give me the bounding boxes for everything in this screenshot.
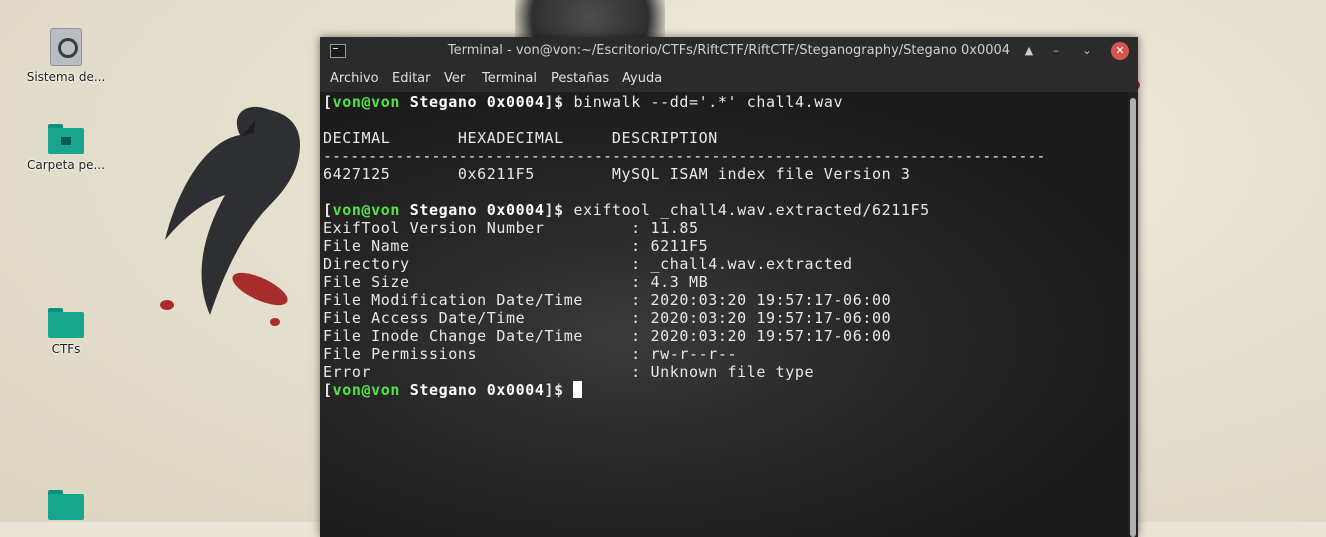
folder-icon bbox=[48, 308, 84, 338]
binwalk-row: 6427125 0x6211F5 MySQL ISAM index file V… bbox=[323, 165, 911, 183]
desktop-icon-folder[interactable] bbox=[16, 490, 116, 520]
exif-line: File Access Date/Time : 2020:03:20 19:57… bbox=[323, 309, 892, 327]
home-folder-icon bbox=[48, 124, 84, 154]
terminal-output[interactable]: [von@von Stegano 0x0004]$ binwalk --dd='… bbox=[320, 92, 1128, 537]
binwalk-rule: ----------------------------------------… bbox=[323, 147, 1046, 165]
desktop-icon-home-folder[interactable]: Carpeta pe... bbox=[16, 124, 116, 172]
exif-line: ExifTool Version Number : 11.85 bbox=[323, 219, 699, 237]
disk-icon bbox=[50, 28, 82, 66]
exif-line: File Name : 6211F5 bbox=[323, 237, 709, 255]
minimize-button[interactable]: – bbox=[1047, 42, 1065, 60]
shade-button[interactable]: ▲ bbox=[1020, 42, 1038, 60]
window-title: Terminal - von@von:~/Escritorio/CTFs/Rif… bbox=[447, 43, 1011, 58]
menu-editar[interactable]: Editar bbox=[392, 71, 431, 86]
terminal-window[interactable]: Terminal - von@von:~/Escritorio/CTFs/Rif… bbox=[320, 37, 1138, 537]
menu-bar: Archivo Editar Ver Terminal Pestañas Ayu… bbox=[320, 65, 1138, 92]
desktop-icon-label: CTFs bbox=[51, 342, 81, 356]
terminal-scrollbar[interactable] bbox=[1128, 92, 1138, 537]
maximize-button[interactable]: ⌄ bbox=[1078, 42, 1096, 60]
exif-line: File Modification Date/Time : 2020:03:20… bbox=[323, 291, 892, 309]
exif-line: Error : Unknown file type bbox=[323, 363, 815, 381]
exif-line: File Inode Change Date/Time : 2020:03:20… bbox=[323, 327, 892, 345]
exif-line: File Size : 4.3 MB bbox=[323, 273, 709, 291]
text-cursor bbox=[573, 381, 583, 398]
scrollbar-thumb[interactable] bbox=[1130, 98, 1136, 537]
binwalk-header: DECIMAL HEXADECIMAL DESCRIPTION bbox=[323, 129, 718, 147]
exif-line: File Permissions : rw-r--r-- bbox=[323, 345, 738, 363]
desktop-icon-system[interactable]: Sistema de... bbox=[16, 28, 116, 84]
desktop-icon-label: Carpeta pe... bbox=[27, 158, 105, 172]
command-text: binwalk --dd='.*' chall4.wav bbox=[573, 93, 844, 111]
folder-icon bbox=[48, 490, 84, 520]
command-text: exiftool _chall4.wav.extracted/6211F5 bbox=[573, 201, 930, 219]
close-button[interactable]: ✕ bbox=[1111, 42, 1129, 60]
menu-terminal[interactable]: Terminal bbox=[482, 71, 537, 86]
menu-archivo[interactable]: Archivo bbox=[330, 71, 379, 86]
window-titlebar[interactable]: Terminal - von@von:~/Escritorio/CTFs/Rif… bbox=[320, 37, 1138, 65]
exif-line: Directory : _chall4.wav.extracted bbox=[323, 255, 853, 273]
desktop-icon-label: Sistema de... bbox=[26, 70, 106, 84]
desktop-icon-ctfs[interactable]: CTFs bbox=[16, 308, 116, 356]
menu-ver[interactable]: Ver bbox=[444, 71, 465, 86]
prompt-line: [von@von Stegano 0x0004]$ exiftool _chal… bbox=[323, 201, 930, 219]
menu-pestanas[interactable]: Pestañas bbox=[551, 71, 609, 86]
prompt-line: [von@von Stegano 0x0004]$ binwalk --dd='… bbox=[323, 93, 844, 111]
menu-ayuda[interactable]: Ayuda bbox=[622, 71, 662, 86]
prompt-line: [von@von Stegano 0x0004]$ bbox=[323, 381, 583, 399]
